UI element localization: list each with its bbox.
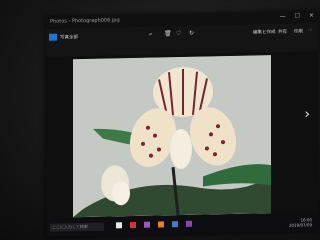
app-title: Photos - Photograph006.jpg	[50, 17, 120, 25]
edit-create-button[interactable]: 編集と作成	[253, 29, 276, 35]
more-button[interactable]: ⋯	[308, 28, 313, 33]
app-icon-orange[interactable]	[158, 221, 164, 228]
favorite-icon[interactable]: ♡	[176, 30, 181, 37]
monitor-screen: Photos - Photograph006.jpg — ☐ ✕ 写真全部 ⌕ …	[46, 11, 318, 237]
close-button[interactable]: ✕	[309, 12, 314, 19]
maximize-button[interactable]: ☐	[295, 13, 300, 20]
orchid-illustration	[73, 55, 271, 218]
taskbar-search[interactable]: ここに入力して検索	[50, 222, 104, 232]
orchid-photo	[73, 55, 271, 218]
back-icon[interactable]	[49, 33, 57, 41]
next-photo-icon[interactable]: ›	[304, 106, 310, 122]
share-button[interactable]: 共有	[278, 29, 287, 35]
system-tray: 16:00 2019/07/09	[289, 217, 312, 227]
clock-date: 2019/07/09	[288, 222, 312, 228]
rotate-icon[interactable]: ↻	[189, 30, 194, 37]
task-view-icon[interactable]	[116, 222, 122, 229]
photos-app-icon[interactable]	[186, 220, 192, 227]
zoom-in-icon[interactable]: ⌕	[149, 31, 152, 39]
app-icon-purple[interactable]	[144, 221, 150, 228]
delete-icon[interactable]: 🗑	[164, 30, 172, 37]
print-button[interactable]: 印刷	[294, 28, 303, 34]
taskbar-icons	[116, 220, 192, 229]
all-photos-link[interactable]: 写真全部	[60, 34, 78, 40]
app-icon-blue[interactable]	[172, 221, 178, 228]
app-icon-red[interactable]	[130, 221, 136, 229]
minimize-button[interactable]: —	[280, 13, 286, 20]
window-controls: — ☐ ✕	[280, 12, 314, 20]
